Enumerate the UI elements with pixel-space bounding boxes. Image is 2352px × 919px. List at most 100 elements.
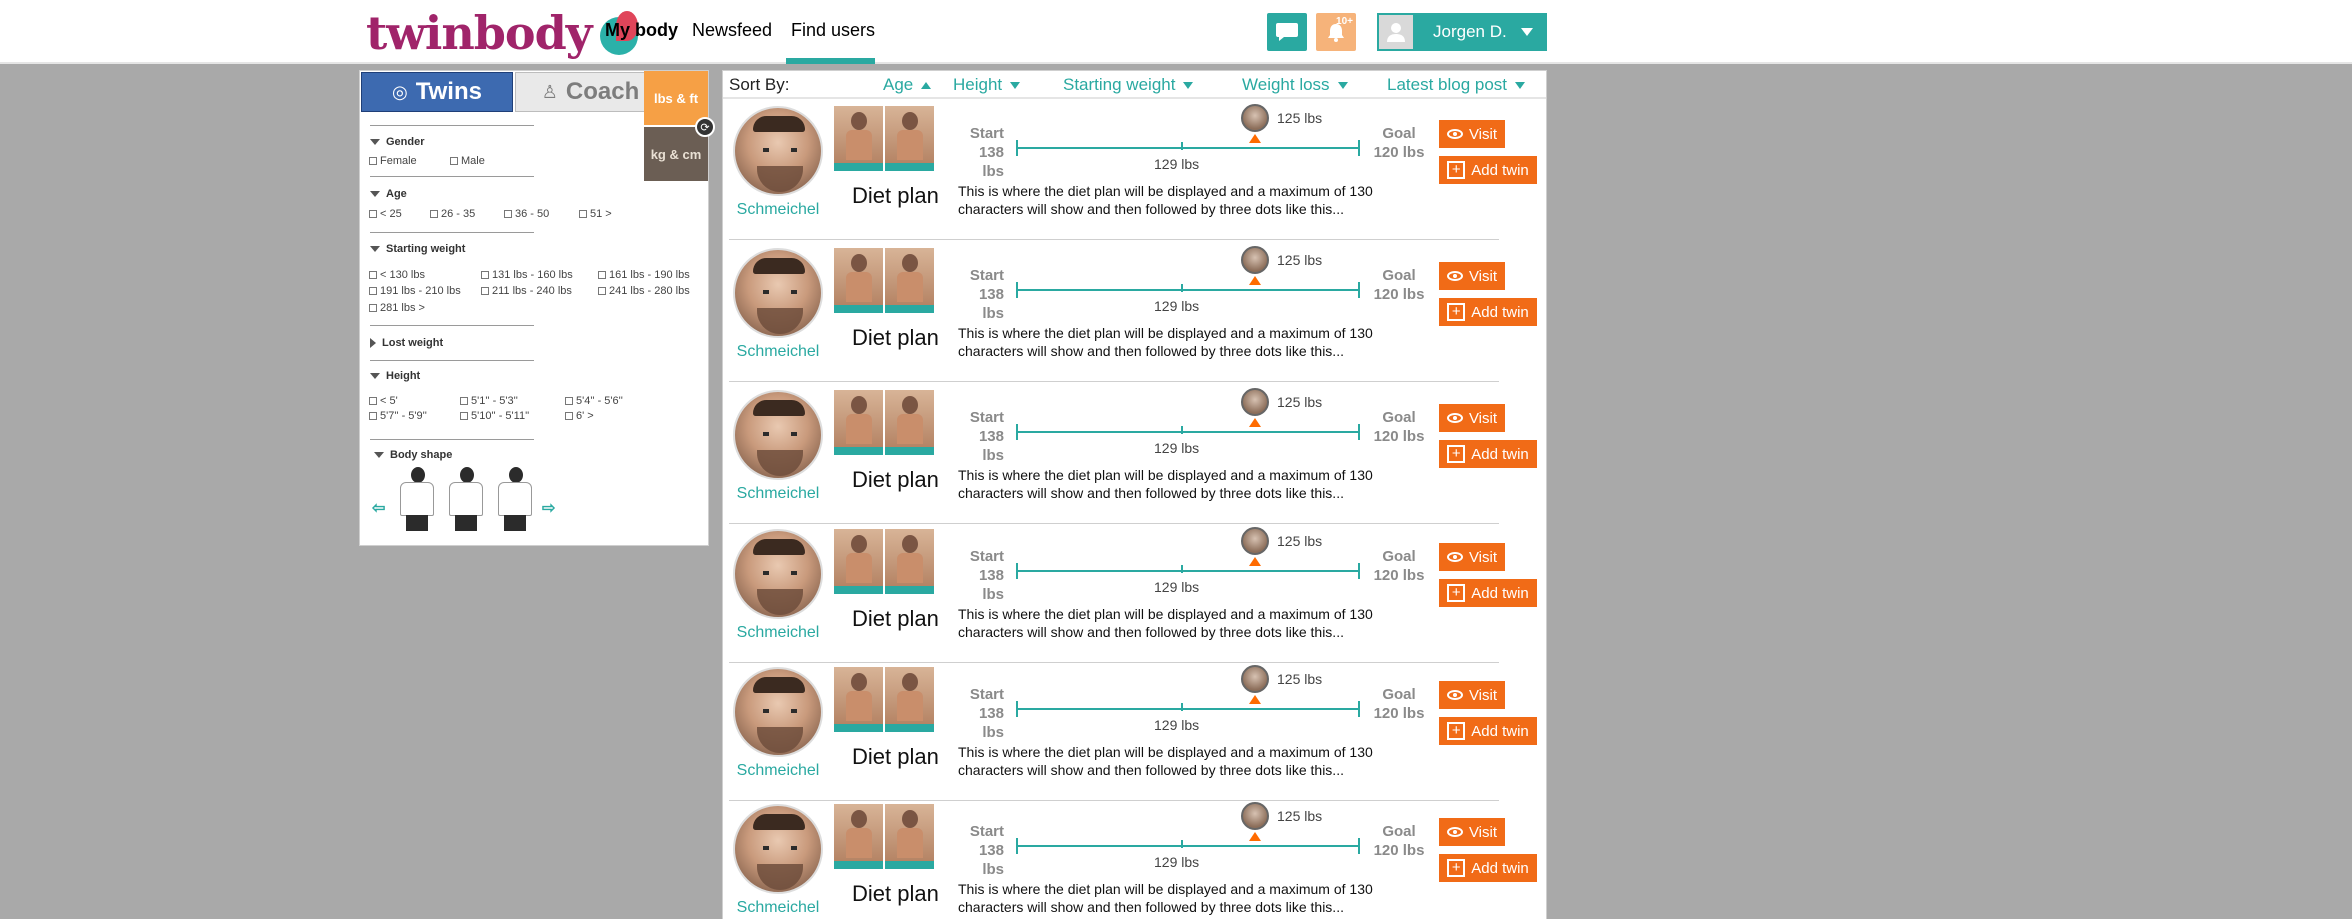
checkbox-label: 5'1'' - 5'3''	[471, 395, 518, 407]
filter-lost-weight-header[interactable]: Lost weight	[370, 337, 443, 349]
tab-twins[interactable]: ◎ Twins	[361, 72, 513, 112]
divider	[370, 439, 534, 440]
visit-button[interactable]: Visit	[1439, 543, 1505, 571]
add-twin-button[interactable]: + Add twin	[1439, 854, 1537, 882]
add-twin-button[interactable]: + Add twin	[1439, 156, 1537, 184]
start-label: Start	[969, 823, 1004, 840]
body-shape-option[interactable]	[397, 467, 437, 531]
checkbox-weight-131-160[interactable]: 131 lbs - 160 lbs	[481, 269, 573, 281]
sort-age[interactable]: Age	[883, 75, 932, 95]
after-photo[interactable]	[885, 106, 934, 171]
checkbox-weight-161-190[interactable]: 161 lbs - 190 lbs	[598, 269, 690, 281]
avatar[interactable]	[733, 106, 823, 196]
avatar[interactable]	[733, 667, 823, 757]
arrow-right-icon[interactable]: ⇨	[542, 498, 555, 518]
user-menu-button[interactable]: Jorgen D.	[1377, 13, 1547, 51]
username-link[interactable]: Schmeichel	[735, 899, 821, 917]
diet-plan-description: This is where the diet plan will be disp…	[958, 467, 1373, 501]
sort-option-label: Weight loss	[1242, 75, 1330, 94]
messages-button[interactable]	[1267, 13, 1307, 51]
checkbox-height-5-4-5-6[interactable]: 5'4'' - 5'6''	[565, 395, 623, 407]
filter-age-header[interactable]: Age	[370, 188, 407, 200]
sort-bar: Sort By: Age Height Starting weight Weig…	[723, 71, 1546, 99]
checkbox-age-under-25[interactable]: < 25	[369, 208, 402, 220]
nav-newsfeed[interactable]: Newsfeed	[692, 20, 772, 41]
result-row: Schmeichel Start 138 lbs 129 lbs 125 lbs …	[729, 527, 1537, 663]
twinbody-logo[interactable]: twinbody	[366, 6, 640, 60]
before-photo[interactable]	[834, 248, 883, 313]
nav-my-body[interactable]: My body	[605, 20, 678, 41]
username-link[interactable]: Schmeichel	[735, 485, 821, 503]
username-link[interactable]: Schmeichel	[735, 201, 821, 219]
before-photo[interactable]	[834, 390, 883, 455]
divider	[370, 176, 534, 177]
after-photo[interactable]	[885, 667, 934, 732]
add-twin-button[interactable]: + Add twin	[1439, 579, 1537, 607]
checkbox-weight-241-280[interactable]: 241 lbs - 280 lbs	[598, 285, 690, 297]
checkbox-weight-under-130[interactable]: < 130 lbs	[369, 269, 425, 281]
arrow-left-icon[interactable]: ⇦	[372, 498, 385, 518]
current-weight-label: 125 lbs	[1277, 533, 1323, 549]
after-photo[interactable]	[885, 248, 934, 313]
before-photo[interactable]	[834, 529, 883, 594]
visit-button[interactable]: Visit	[1439, 818, 1505, 846]
after-photo[interactable]	[885, 804, 934, 869]
nav-find-users[interactable]: Find users	[791, 20, 875, 41]
filter-body-shape-header[interactable]: Body shape	[374, 449, 452, 461]
checkbox-weight-191-210[interactable]: 191 lbs - 210 lbs	[369, 285, 461, 297]
checkbox-height-5-7-5-9[interactable]: 5'7'' - 5'9''	[369, 410, 427, 422]
username-link[interactable]: Schmeichel	[735, 762, 821, 780]
avatar[interactable]	[733, 248, 823, 338]
checkbox-height-5-1-5-3[interactable]: 5'1'' - 5'3''	[460, 395, 518, 407]
avatar[interactable]	[733, 529, 823, 619]
checkbox-age-26-35[interactable]: 26 - 35	[430, 208, 475, 220]
eye-icon	[1446, 827, 1463, 837]
visit-label: Visit	[1468, 548, 1498, 566]
filter-gender-header[interactable]: Gender	[370, 136, 425, 148]
add-twin-button[interactable]: + Add twin	[1439, 298, 1537, 326]
avatar[interactable]	[733, 390, 823, 480]
before-photo[interactable]	[834, 804, 883, 869]
visit-button[interactable]: Visit	[1439, 120, 1505, 148]
tab-coach-label: Coach	[565, 78, 640, 105]
checkbox-age-36-50[interactable]: 36 - 50	[504, 208, 549, 220]
filter-height-header[interactable]: Height	[370, 370, 420, 382]
add-twin-button[interactable]: + Add twin	[1439, 717, 1537, 745]
checkbox-age-51-plus[interactable]: 51 >	[579, 208, 612, 220]
track-start-tick	[1016, 140, 1018, 156]
after-photo[interactable]	[885, 390, 934, 455]
body-shape-option[interactable]	[446, 467, 486, 531]
checkbox-height-5-10-5-11[interactable]: 5'10'' - 5'11''	[460, 410, 529, 422]
add-twin-label: Add twin	[1471, 722, 1529, 740]
before-photo[interactable]	[834, 106, 883, 171]
unit-switch-icon[interactable]: ⟳	[695, 117, 715, 137]
before-photo[interactable]	[834, 667, 883, 732]
visit-button[interactable]: Visit	[1439, 262, 1505, 290]
sort-starting-weight[interactable]: Starting weight	[1063, 75, 1194, 95]
sort-height[interactable]: Height	[953, 75, 1021, 95]
sort-weight-loss[interactable]: Weight loss	[1242, 75, 1348, 95]
checkbox-height-6-plus[interactable]: 6' >	[565, 410, 594, 422]
avatar[interactable]	[733, 804, 823, 894]
username-link[interactable]: Schmeichel	[735, 343, 821, 361]
visit-button[interactable]: Visit	[1439, 681, 1505, 709]
checkbox-male[interactable]: Male	[450, 155, 485, 167]
checkbox-weight-281-plus[interactable]: 281 lbs >	[369, 302, 425, 314]
checkbox-label: 211 lbs - 240 lbs	[492, 285, 572, 297]
body-shape-option[interactable]	[495, 467, 535, 531]
checkbox-label: 5'4'' - 5'6''	[576, 395, 623, 407]
filter-starting-weight-header[interactable]: Starting weight	[370, 243, 465, 255]
visit-button[interactable]: Visit	[1439, 404, 1505, 432]
username-link[interactable]: Schmeichel	[735, 624, 821, 642]
notifications-button[interactable]: 10+	[1316, 13, 1356, 51]
after-photo[interactable]	[885, 529, 934, 594]
unit-lbs-ft-button[interactable]: lbs & ft	[644, 71, 708, 125]
add-twin-button[interactable]: + Add twin	[1439, 440, 1537, 468]
goal-label: Goal	[1382, 409, 1416, 426]
track-mid-tick	[1181, 284, 1183, 292]
checkbox-height-under-5[interactable]: < 5'	[369, 395, 398, 407]
triangle-down-icon	[370, 373, 380, 379]
checkbox-weight-211-240[interactable]: 211 lbs - 240 lbs	[481, 285, 572, 297]
checkbox-female[interactable]: Female	[369, 155, 417, 167]
sort-latest-blog-post[interactable]: Latest blog post	[1387, 75, 1526, 95]
